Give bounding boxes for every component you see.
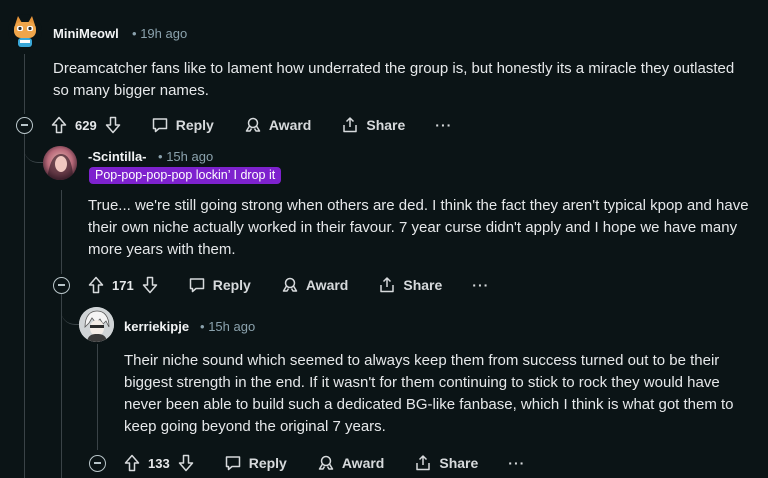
award-label: Award bbox=[268, 117, 312, 133]
collapse-minus-icon[interactable] bbox=[16, 116, 33, 134]
share-label: Share bbox=[439, 455, 479, 471]
comment-body: Their niche sound which seemed to always… bbox=[124, 350, 754, 438]
username[interactable]: kerriekipje bbox=[124, 319, 189, 334]
comment-body: True... we're still going strong when ot… bbox=[88, 195, 758, 261]
reply-label: Reply bbox=[175, 117, 214, 133]
avatar-minimeowl[interactable] bbox=[8, 14, 42, 48]
downvote-arrow-icon[interactable] bbox=[142, 276, 158, 294]
more-options-button[interactable]: ··· bbox=[508, 455, 525, 471]
avatar-scintilla[interactable] bbox=[43, 146, 77, 180]
comment-bubble-icon bbox=[189, 278, 204, 293]
timestamp[interactable]: 15h ago bbox=[166, 149, 213, 164]
username[interactable]: MiniMeowl bbox=[53, 26, 119, 41]
share-upload-icon bbox=[343, 117, 358, 133]
comment-paragraph: True... we're still going strong when ot… bbox=[88, 197, 749, 258]
share-label: Share bbox=[366, 117, 406, 133]
comment-timestamp: • 15h ago bbox=[200, 319, 255, 334]
reply-button[interactable]: Reply bbox=[224, 454, 287, 472]
collapse-minus-icon[interactable] bbox=[89, 454, 106, 472]
timestamp[interactable]: 19h ago bbox=[140, 26, 187, 41]
reply-label: Reply bbox=[248, 455, 287, 471]
downvote-arrow-icon[interactable] bbox=[105, 116, 121, 134]
share-upload-icon bbox=[380, 277, 395, 293]
award-button[interactable]: Award bbox=[317, 454, 385, 472]
share-button[interactable]: Share bbox=[341, 116, 405, 134]
user-photo-icon bbox=[79, 307, 114, 342]
user-photo-icon bbox=[43, 146, 77, 180]
comment-timestamp: • 15h ago bbox=[158, 149, 213, 164]
thread-line-root[interactable] bbox=[24, 54, 25, 114]
thread-curve-level1 bbox=[24, 134, 44, 163]
more-options-button[interactable]: ··· bbox=[472, 277, 489, 293]
cat-avatar-icon bbox=[8, 14, 42, 48]
meta-separator: • bbox=[158, 149, 163, 164]
reply-button[interactable]: Reply bbox=[151, 116, 214, 134]
vote-controls: 629 bbox=[51, 116, 121, 134]
vote-score: 629 bbox=[75, 117, 97, 133]
reply-button[interactable]: Reply bbox=[188, 276, 251, 294]
award-label: Award bbox=[305, 277, 349, 293]
username[interactable]: -Scintilla- bbox=[88, 149, 147, 164]
upvote-arrow-icon[interactable] bbox=[124, 454, 140, 472]
meta-separator: • bbox=[132, 26, 137, 41]
upvote-arrow-icon[interactable] bbox=[51, 116, 67, 134]
thread-line-level1-continue[interactable] bbox=[24, 134, 25, 478]
meta-separator: • bbox=[200, 319, 205, 334]
collapse-minus-icon[interactable] bbox=[53, 276, 70, 294]
award-ribbon-icon bbox=[318, 455, 334, 470]
award-ribbon-icon bbox=[245, 117, 261, 132]
thread-curve-level2 bbox=[61, 294, 81, 325]
share-label: Share bbox=[403, 277, 443, 293]
comment-actions: 171 Reply Award Share ··· bbox=[53, 273, 489, 297]
upvote-arrow-icon[interactable] bbox=[88, 276, 104, 294]
vote-controls: 133 bbox=[124, 454, 194, 472]
comment-bubble-icon bbox=[152, 118, 167, 133]
award-button[interactable]: Award bbox=[281, 276, 349, 294]
comment-paragraph: Their niche sound which seemed to always… bbox=[124, 352, 734, 435]
comment-actions: 133 Reply Award Share ··· bbox=[89, 451, 525, 475]
vote-score: 171 bbox=[112, 277, 134, 293]
vote-controls: 171 bbox=[88, 276, 158, 294]
user-flair: Pop-pop-pop-pop lockin’ I drop it bbox=[89, 167, 282, 184]
timestamp[interactable]: 15h ago bbox=[208, 319, 255, 334]
share-button[interactable]: Share bbox=[414, 454, 478, 472]
award-label: Award bbox=[341, 455, 385, 471]
thread-line-level2[interactable] bbox=[97, 344, 98, 450]
comment-actions: 629 Reply Award Share ··· bbox=[16, 113, 452, 137]
thread-line-level1[interactable] bbox=[61, 190, 62, 274]
share-upload-icon bbox=[416, 455, 431, 471]
comment-body: Dreamcatcher fans like to lament how und… bbox=[53, 58, 743, 102]
share-button[interactable]: Share bbox=[378, 276, 442, 294]
comment-paragraph: Dreamcatcher fans like to lament how und… bbox=[53, 60, 735, 99]
comment-timestamp: • 19h ago bbox=[132, 26, 187, 41]
award-button[interactable]: Award bbox=[244, 116, 312, 134]
thread-line-level2-continue[interactable] bbox=[61, 294, 62, 478]
award-ribbon-icon bbox=[282, 277, 298, 292]
downvote-arrow-icon[interactable] bbox=[178, 454, 194, 472]
reply-label: Reply bbox=[212, 277, 251, 293]
avatar-kerriekipje[interactable] bbox=[79, 307, 114, 342]
comment-bubble-icon bbox=[225, 456, 240, 471]
more-options-button[interactable]: ··· bbox=[435, 117, 452, 133]
vote-score: 133 bbox=[148, 455, 170, 471]
